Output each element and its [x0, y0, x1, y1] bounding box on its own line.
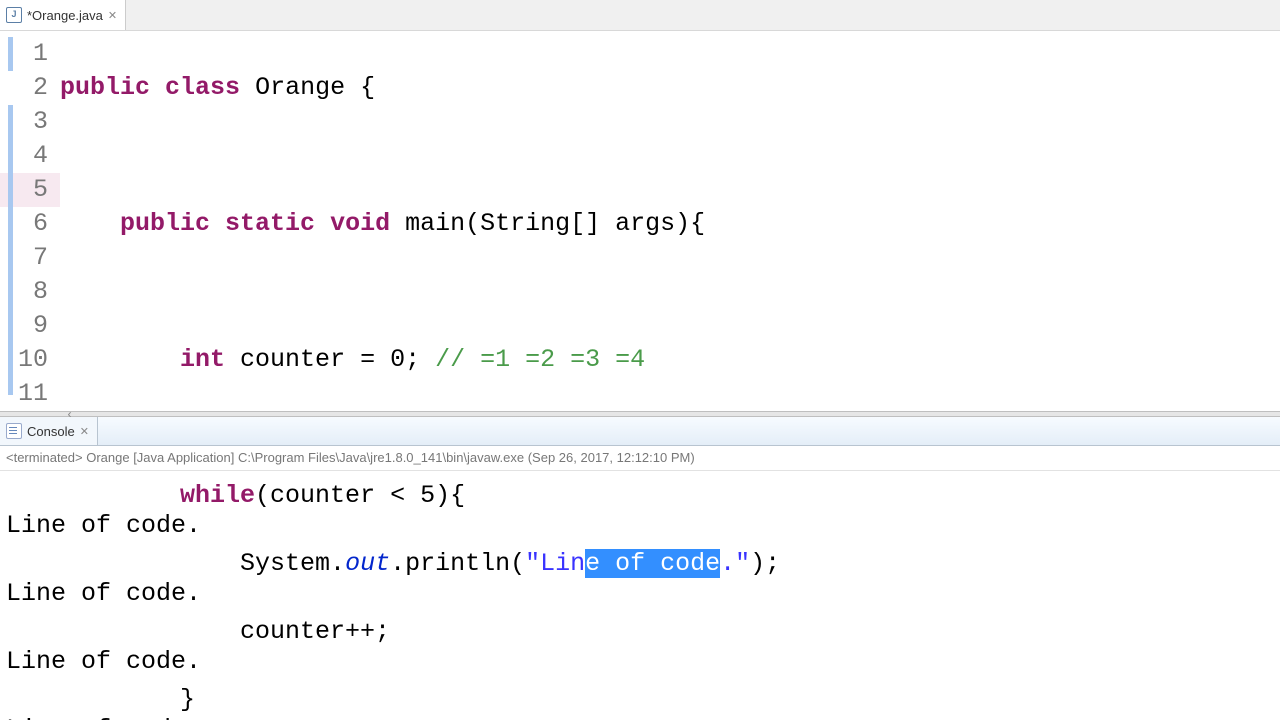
- editor-tab-title: *Orange.java: [27, 8, 103, 23]
- keyword: int: [180, 345, 225, 374]
- chevron-left-icon[interactable]: ‹: [66, 408, 73, 422]
- field-ref: out: [345, 549, 390, 578]
- code-text: );: [750, 549, 780, 578]
- editor-tab-row: J *Orange.java ✕: [0, 0, 1280, 31]
- console-icon: [6, 423, 22, 439]
- class-name: Orange: [255, 73, 345, 102]
- keyword: public: [120, 209, 210, 238]
- code-editor[interactable]: 1 2 3 4 5 6 7 8 9 10 11 public class Ora…: [0, 31, 1280, 411]
- close-icon[interactable]: ✕: [108, 9, 117, 22]
- text-selection: e of code: [585, 549, 720, 578]
- code-text: .println(: [390, 549, 525, 578]
- editor-tab[interactable]: J *Orange.java ✕: [0, 0, 126, 30]
- gutter-annotation-bar: [8, 37, 13, 71]
- code-text: (String[] args){: [465, 209, 705, 238]
- keyword: void: [330, 209, 390, 238]
- code-text: {: [345, 73, 375, 102]
- string-literal: "Lin: [525, 549, 585, 578]
- code-area[interactable]: public class Orange { public static void…: [60, 31, 1280, 411]
- code-text: counter = 0;: [225, 345, 435, 374]
- code-text: }: [180, 685, 195, 714]
- line-number: 2: [0, 71, 60, 105]
- comment: // =1 =2 =3 =4: [435, 345, 645, 374]
- gutter-annotation-bar: [8, 105, 13, 395]
- code-text: counte: [240, 617, 330, 646]
- keyword: while: [180, 481, 255, 510]
- keyword: static: [225, 209, 315, 238]
- java-file-icon: J: [6, 7, 22, 23]
- code-text: System.: [240, 549, 345, 578]
- code-text: (counter < 5){: [255, 481, 465, 510]
- keyword: public: [60, 73, 150, 102]
- string-literal: .": [720, 549, 750, 578]
- keyword: class: [165, 73, 240, 102]
- code-text: r++;: [330, 617, 390, 646]
- method-name: main: [405, 209, 465, 238]
- line-number-gutter: 1 2 3 4 5 6 7 8 9 10 11: [0, 31, 60, 411]
